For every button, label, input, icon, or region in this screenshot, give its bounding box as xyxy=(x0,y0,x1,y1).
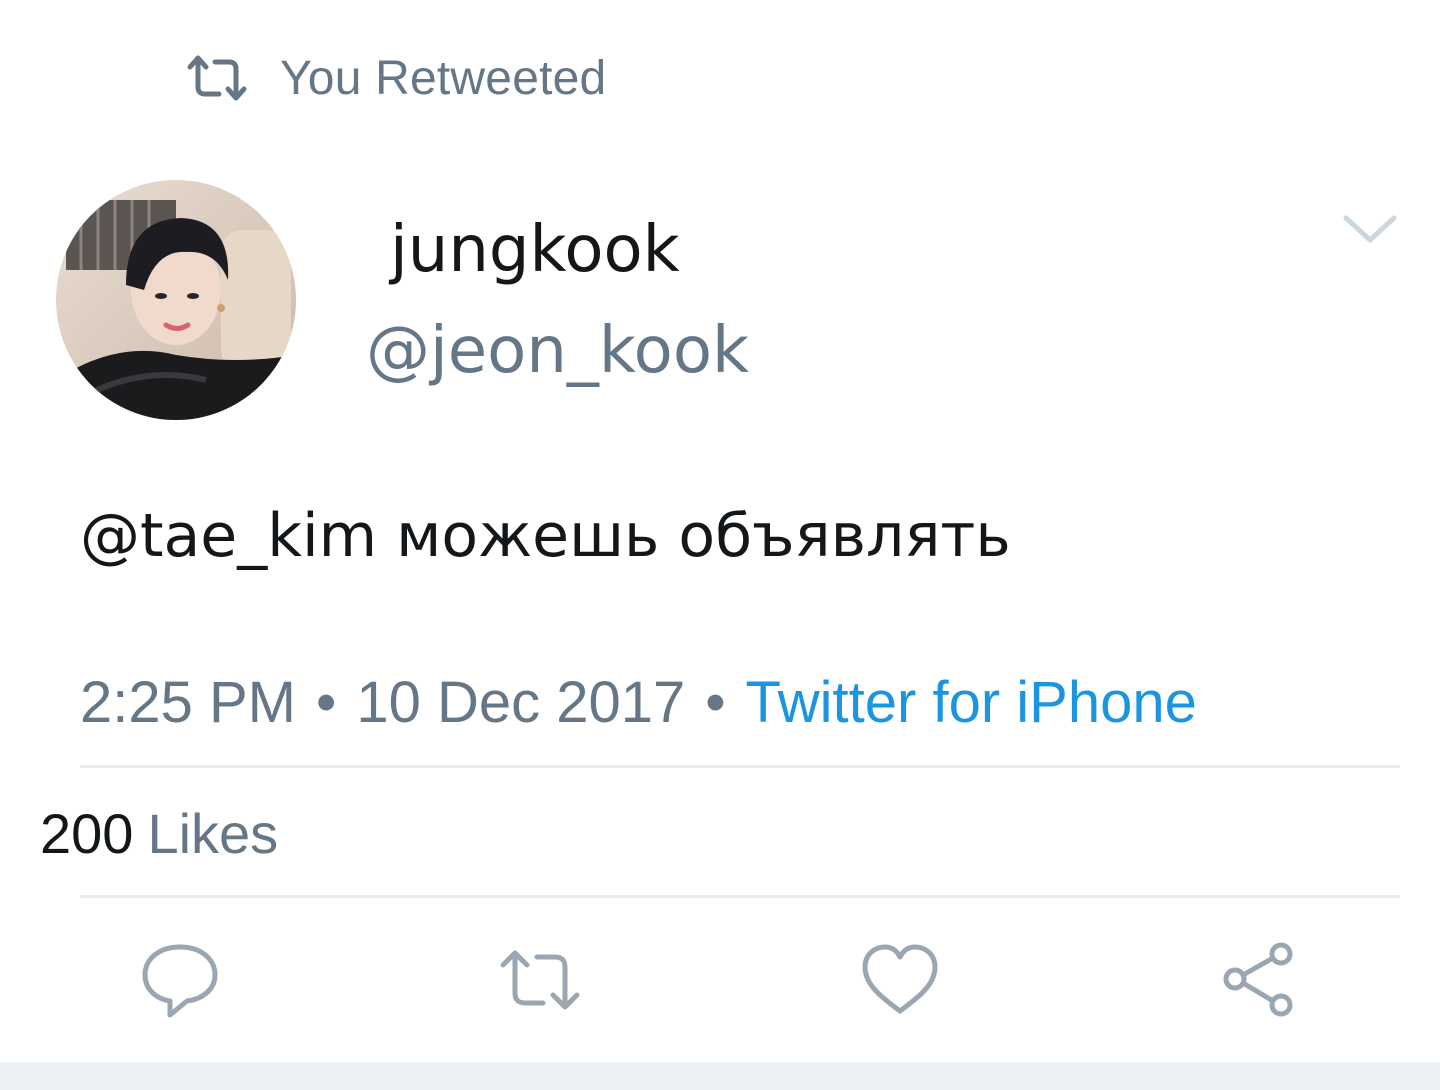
avatar[interactable] xyxy=(56,180,296,420)
bottom-separator xyxy=(0,1062,1440,1090)
reply-button[interactable] xyxy=(130,930,230,1030)
share-icon xyxy=(1223,942,1293,1017)
chevron-down-icon[interactable] xyxy=(1340,208,1400,248)
divider xyxy=(80,765,1400,768)
tweet-text: @tae_kim можешь объявлять xyxy=(80,501,1011,571)
avatar-photo xyxy=(56,180,296,420)
meta-separator: • xyxy=(705,670,726,735)
tweet-time: 2:25 PM xyxy=(80,670,296,735)
display-name[interactable]: jungkook xyxy=(390,212,680,289)
divider xyxy=(80,895,1400,898)
likes-label: Likes xyxy=(147,802,279,865)
retweet-button[interactable] xyxy=(490,930,590,1030)
meta-separator: • xyxy=(316,670,337,735)
tweet-source-link[interactable]: Twitter for iPhone xyxy=(746,670,1197,735)
user-handle[interactable]: @jeon_kook xyxy=(366,313,749,390)
likes-stat[interactable]: 200 Likes xyxy=(40,800,278,867)
retweet-icon xyxy=(500,950,580,1010)
heart-icon xyxy=(862,944,938,1014)
retweet-icon xyxy=(187,55,247,101)
action-bar xyxy=(0,930,1440,1030)
likes-count: 200 xyxy=(40,802,134,865)
tweet-date: 10 Dec 2017 xyxy=(356,670,686,735)
share-button[interactable] xyxy=(1208,930,1308,1030)
retweet-context: You Retweeted xyxy=(186,48,606,108)
retweet-label: You Retweeted xyxy=(280,51,607,105)
like-button[interactable] xyxy=(850,930,950,1030)
reply-icon xyxy=(142,944,218,1018)
tweet-meta: 2:25 PM • 10 Dec 2017 • Twitter for iPhone xyxy=(80,668,1197,738)
